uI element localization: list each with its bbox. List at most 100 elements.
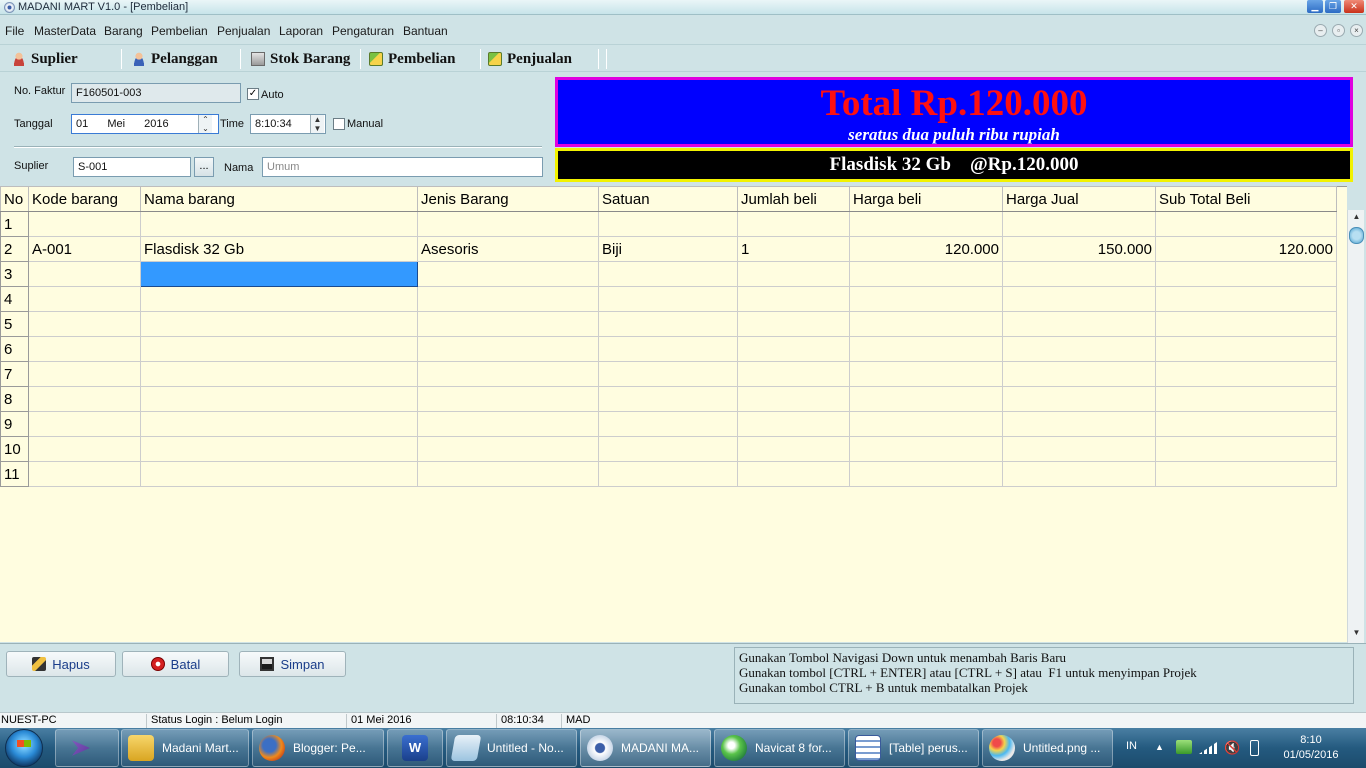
cell-harga-jual[interactable] bbox=[1002, 261, 1156, 287]
cell-nama-barang[interactable] bbox=[140, 336, 418, 362]
close-button[interactable]: ✕ bbox=[1344, 0, 1364, 13]
no-faktur-field[interactable]: F160501-003 bbox=[71, 83, 241, 103]
cell-satuan[interactable] bbox=[598, 286, 738, 312]
cell-jenis-barang[interactable] bbox=[417, 261, 599, 287]
cell-jenis-barang[interactable] bbox=[417, 461, 599, 487]
network-status-icon[interactable] bbox=[1176, 740, 1192, 754]
cell-sub-total-beli[interactable] bbox=[1155, 361, 1337, 387]
cell-jumlah-beli[interactable] bbox=[737, 211, 850, 237]
cell-jumlah-beli[interactable] bbox=[737, 436, 850, 462]
cell-satuan[interactable] bbox=[598, 336, 738, 362]
taskbar-table-perusahaan[interactable]: [Table] perus... bbox=[848, 729, 979, 767]
cell-harga-jual[interactable] bbox=[1002, 386, 1156, 412]
minimize-button[interactable]: ▁ bbox=[1307, 0, 1323, 13]
cell-harga-beli[interactable] bbox=[849, 361, 1003, 387]
cell-satuan[interactable] bbox=[598, 361, 738, 387]
cell-jumlah-beli[interactable]: 1 bbox=[737, 236, 850, 262]
cell-jumlah-beli[interactable] bbox=[737, 361, 850, 387]
mdi-restore-button[interactable]: ▫ bbox=[1332, 24, 1345, 37]
cell-harga-beli[interactable] bbox=[849, 411, 1003, 437]
cell-sub-total-beli[interactable] bbox=[1155, 311, 1337, 337]
cell-nama-barang[interactable] bbox=[140, 361, 418, 387]
toolbar-penjualan-button[interactable]: Penjualan bbox=[488, 49, 572, 69]
cell-harga-beli[interactable] bbox=[849, 386, 1003, 412]
table-row[interactable]: 3 bbox=[0, 261, 1337, 287]
cell-satuan[interactable] bbox=[598, 386, 738, 412]
cell-harga-jual[interactable] bbox=[1002, 311, 1156, 337]
battery-icon[interactable] bbox=[1250, 740, 1259, 756]
cell-nama-barang[interactable] bbox=[140, 386, 418, 412]
cell-jenis-barang[interactable] bbox=[417, 211, 599, 237]
cell-harga-jual[interactable] bbox=[1002, 336, 1156, 362]
toolbar-pelanggan-button[interactable]: Pelanggan bbox=[132, 49, 218, 69]
table-row[interactable]: 7 bbox=[0, 361, 1337, 387]
cell-sub-total-beli[interactable] bbox=[1155, 436, 1337, 462]
menu-barang[interactable]: Barang bbox=[104, 24, 143, 38]
cell-nama-barang[interactable] bbox=[140, 461, 418, 487]
menu-pengaturan[interactable]: Pengaturan bbox=[332, 24, 394, 38]
col-header-harga-beli[interactable]: Harga beli bbox=[849, 186, 1003, 212]
table-row[interactable]: 9 bbox=[0, 411, 1337, 437]
table-row[interactable]: 10 bbox=[0, 436, 1337, 462]
cell-kode-barang[interactable] bbox=[28, 461, 141, 487]
table-row[interactable]: 5 bbox=[0, 311, 1337, 337]
menu-bantuan[interactable]: Bantuan bbox=[403, 24, 448, 38]
cell-nama-barang[interactable]: Flasdisk 32 Gb bbox=[140, 236, 418, 262]
table-row[interactable]: 6 bbox=[0, 336, 1337, 362]
cell-harga-jual[interactable] bbox=[1002, 411, 1156, 437]
toolbar-suplier-button[interactable]: Suplier bbox=[12, 49, 78, 69]
manual-checkbox[interactable] bbox=[333, 118, 345, 130]
col-header-kode-barang[interactable]: Kode barang bbox=[28, 186, 141, 212]
cell-jenis-barang[interactable] bbox=[417, 336, 599, 362]
cell-satuan[interactable] bbox=[598, 411, 738, 437]
cell-kode-barang[interactable] bbox=[28, 411, 141, 437]
menu-laporan[interactable]: Laporan bbox=[279, 24, 323, 38]
start-button[interactable] bbox=[5, 729, 43, 767]
taskbar-clock[interactable]: 8:10 01/05/2016 bbox=[1276, 733, 1346, 763]
col-header-harga-jual[interactable]: Harga Jual bbox=[1002, 186, 1156, 212]
cell-harga-beli[interactable] bbox=[849, 436, 1003, 462]
nama-field[interactable]: Umum bbox=[262, 157, 543, 177]
cell-harga-beli[interactable] bbox=[849, 286, 1003, 312]
cell-jumlah-beli[interactable] bbox=[737, 411, 850, 437]
table-row[interactable]: 4 bbox=[0, 286, 1337, 312]
taskbar-navicat[interactable]: Navicat 8 for... bbox=[714, 729, 845, 767]
mdi-close-button[interactable]: × bbox=[1350, 24, 1363, 37]
cell-harga-beli[interactable]: 120.000 bbox=[849, 236, 1003, 262]
cell-harga-jual[interactable] bbox=[1002, 361, 1156, 387]
menu-penjualan[interactable]: Penjualan bbox=[217, 24, 270, 38]
cell-kode-barang[interactable] bbox=[28, 336, 141, 362]
table-row[interactable]: 1 bbox=[0, 211, 1337, 237]
taskbar-paint[interactable]: Untitled.png ... bbox=[982, 729, 1113, 767]
cell-jumlah-beli[interactable] bbox=[737, 286, 850, 312]
cell-kode-barang[interactable] bbox=[28, 386, 141, 412]
cell-nama-barang[interactable] bbox=[140, 261, 418, 287]
cell-nama-barang[interactable] bbox=[140, 311, 418, 337]
col-header-satuan[interactable]: Satuan bbox=[598, 186, 738, 212]
cell-kode-barang[interactable] bbox=[28, 361, 141, 387]
menu-pembelian[interactable]: Pembelian bbox=[151, 24, 208, 38]
cell-jenis-barang[interactable] bbox=[417, 361, 599, 387]
cell-jenis-barang[interactable] bbox=[417, 386, 599, 412]
menu-masterdata[interactable]: MasterData bbox=[34, 24, 96, 38]
cell-harga-beli[interactable] bbox=[849, 311, 1003, 337]
col-header-no[interactable]: No bbox=[0, 186, 29, 212]
cell-satuan[interactable] bbox=[598, 436, 738, 462]
cell-jumlah-beli[interactable] bbox=[737, 261, 850, 287]
suplier-lookup-button[interactable]: ... bbox=[194, 157, 214, 177]
cell-harga-jual[interactable] bbox=[1002, 436, 1156, 462]
cell-harga-beli[interactable] bbox=[849, 211, 1003, 237]
cell-sub-total-beli[interactable] bbox=[1155, 461, 1337, 487]
cell-sub-total-beli[interactable] bbox=[1155, 261, 1337, 287]
taskbar-madani-mart-folder[interactable]: Madani Mart... bbox=[121, 729, 249, 767]
mdi-minimize-button[interactable]: – bbox=[1314, 24, 1327, 37]
toolbar-stok-barang-button[interactable]: Stok Barang bbox=[251, 49, 350, 69]
scroll-thumb[interactable] bbox=[1349, 227, 1364, 244]
taskbar-firefox[interactable]: Blogger: Pe... bbox=[252, 729, 384, 767]
cell-jumlah-beli[interactable] bbox=[737, 386, 850, 412]
language-indicator[interactable]: IN bbox=[1126, 740, 1137, 754]
time-spinner[interactable]: ▲ ▼ bbox=[310, 115, 324, 133]
taskbar-visual-studio[interactable] bbox=[55, 729, 119, 767]
col-header-nama-barang[interactable]: Nama barang bbox=[140, 186, 418, 212]
cell-kode-barang[interactable] bbox=[28, 211, 141, 237]
